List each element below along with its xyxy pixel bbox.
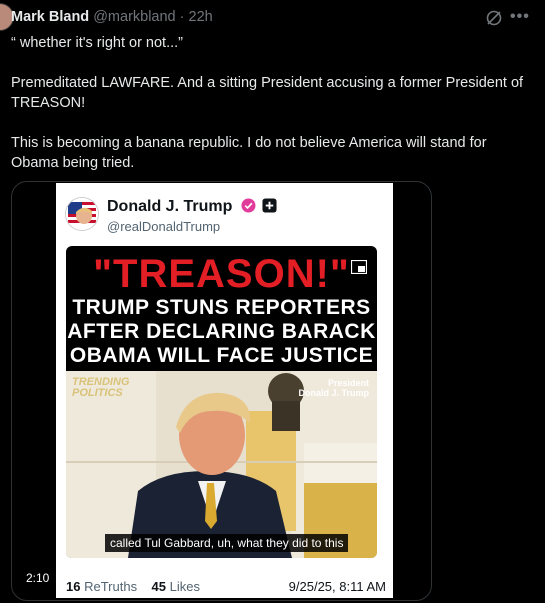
post-line-banana: This is becoming a banana republic. I do… (11, 135, 487, 171)
likes-label: Likes (169, 579, 200, 594)
embed-author-row: Donald J. Trump (107, 198, 277, 218)
picture-in-picture-icon[interactable] (350, 259, 368, 279)
oval-office-scene (66, 371, 377, 558)
author-name[interactable]: Mark Bland (11, 9, 89, 25)
grok-icon[interactable] (485, 9, 503, 27)
video-brand: TRENDING POLITICS (72, 377, 129, 399)
video-headline-red: "TREASON!" (93, 252, 350, 296)
post-text: “ whether it's right or not...” Premedit… (11, 33, 536, 173)
post-line-quote: “ whether it's right or not...” (11, 35, 183, 51)
embed-date: 9/25/25, 8:11 AM (288, 579, 386, 594)
plus-icon (262, 198, 277, 218)
retruths-count: 16 (66, 579, 81, 594)
video-caption: called Tul Gabbard, uh, what they did to… (105, 534, 349, 552)
embed-author-name: Donald J. Trump (107, 198, 233, 215)
verified-icon (241, 198, 256, 218)
video-headline-white: TRUMP STUNS REPORTERS AFTER DECLARING BA… (66, 296, 377, 368)
more-icon[interactable]: ••• (510, 8, 530, 26)
retruths-label: ReTruths (84, 579, 138, 594)
headline-line-1: TRUMP STUNS REPORTERS (72, 296, 371, 319)
post-time[interactable]: 22h (189, 9, 213, 25)
headline-line-2: AFTER DECLARING BARACK (67, 320, 376, 343)
embedded-truth-card: Donald J. Trump @realDonaldTrump "TREASO… (56, 183, 393, 598)
video-duration-badge: 2:10 (20, 568, 56, 588)
speaker-tag-line-1: President (327, 378, 369, 388)
video-speaker-tag: President Donald J. Trump (298, 378, 369, 398)
post-header: Mark Bland @markbland · 22h (11, 9, 213, 25)
trump-avatar (65, 197, 99, 231)
embed-footer: 16 ReTruths 45 Likes 9/25/25, 8:11 AM (66, 579, 386, 594)
author-handle[interactable]: @markbland (93, 9, 175, 25)
post-media[interactable]: Donald J. Trump @realDonaldTrump "TREASO… (11, 181, 432, 601)
embed-author-handle: @realDonaldTrump (107, 219, 221, 234)
separator-dot: · (179, 9, 185, 25)
speaker-tag-line-2: Donald J. Trump (298, 388, 369, 398)
embed-video[interactable]: "TREASON!" TRUMP STUNS REPORTERS AFTER D… (66, 246, 377, 558)
post-line-lawfare: Premeditated LAWFARE. And a sitting Pres… (11, 75, 524, 111)
likes-count: 45 (151, 579, 166, 594)
brand-line-2: POLITICS (72, 387, 123, 399)
headline-line-3: OBAMA WILL FACE JUSTICE (69, 344, 374, 367)
